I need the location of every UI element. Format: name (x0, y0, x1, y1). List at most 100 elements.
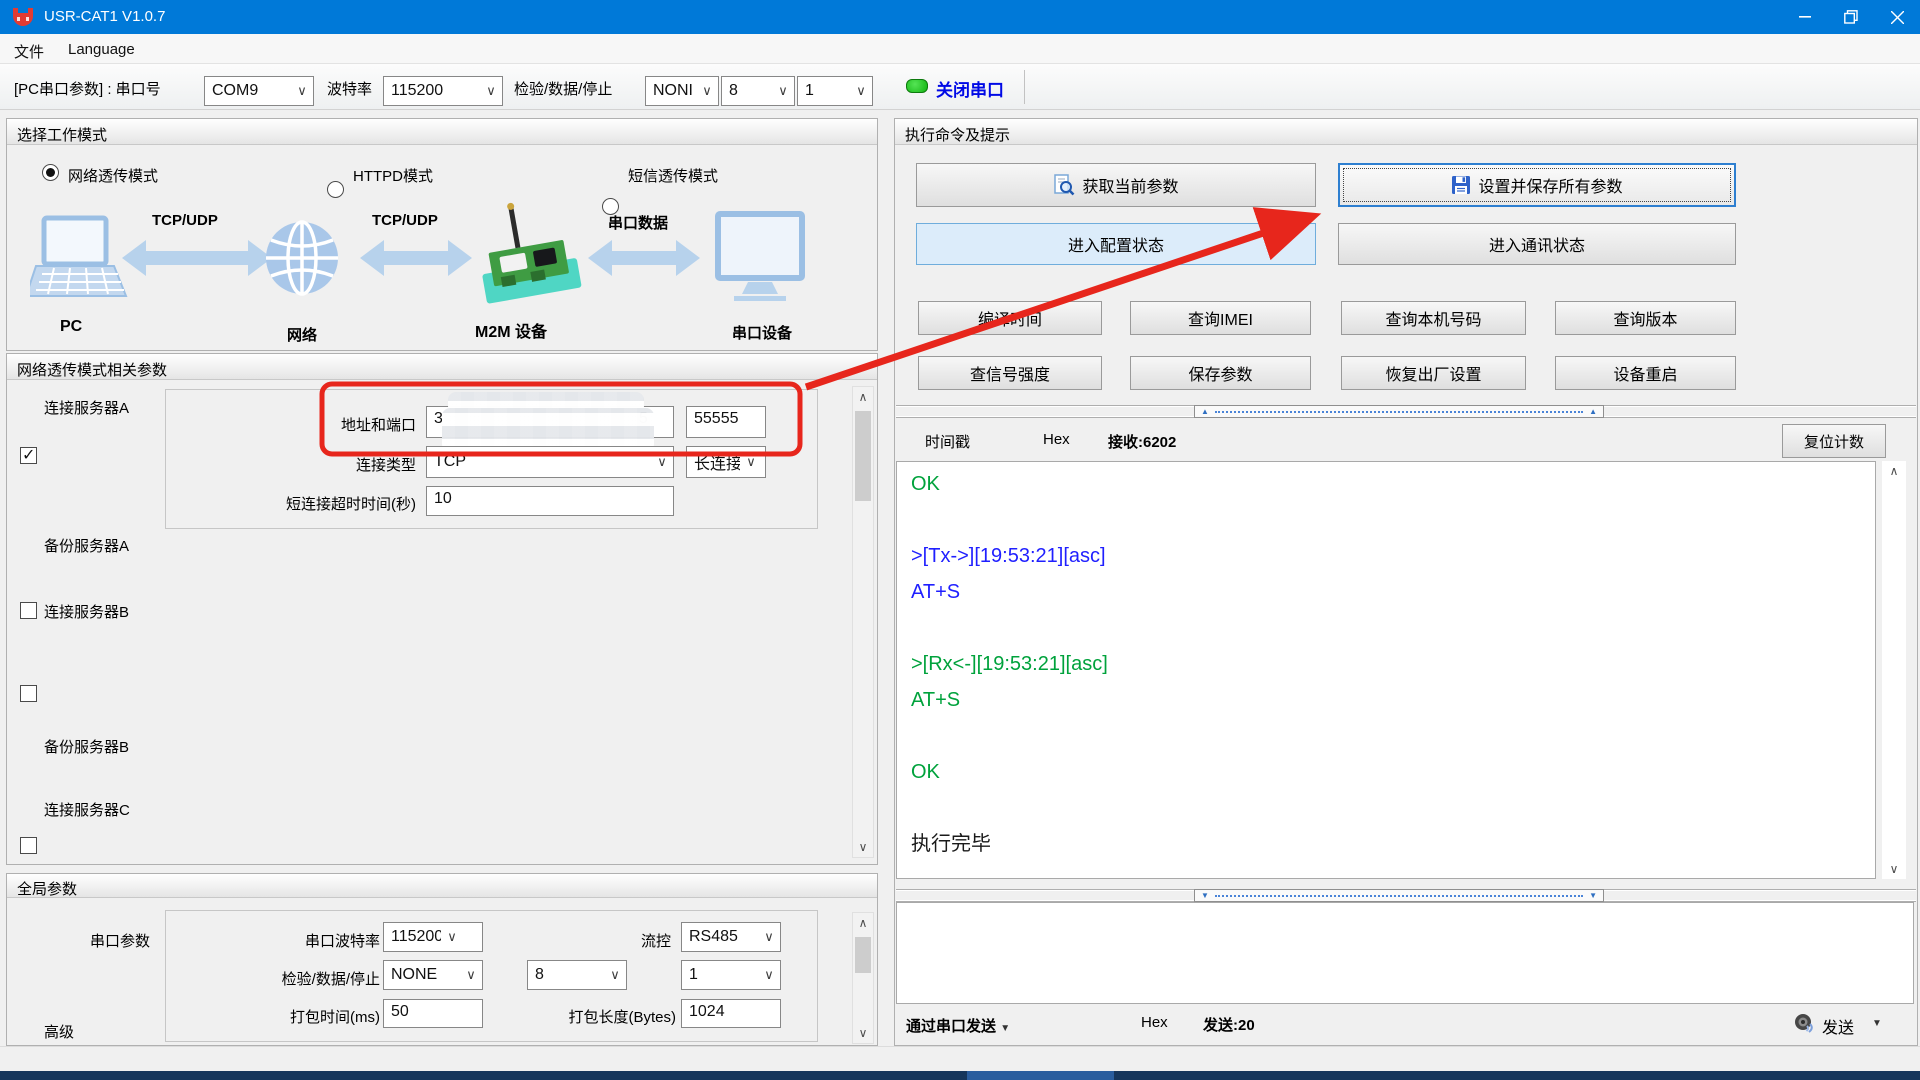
query-signal-button[interactable]: 查信号强度 (918, 356, 1102, 390)
compile-time-button[interactable]: 编译时间 (918, 301, 1102, 335)
gp-packtime-label: 打包时间(ms) (260, 1006, 380, 1027)
recv-count: 接收:6202 (1108, 431, 1176, 452)
conn-type-label: 连接类型 (246, 454, 416, 475)
log-line (897, 718, 1875, 754)
scrollbar-thumb[interactable] (855, 937, 871, 973)
send-button[interactable]: 发送 (1822, 1014, 1854, 1038)
gp-flow-label: 流控 (601, 930, 671, 951)
server-a-checkbox[interactable]: ✓ (20, 447, 37, 464)
net-params-scrollbar[interactable]: ∧ ∨ (852, 386, 874, 858)
minimize-button[interactable] (1782, 0, 1828, 34)
log-line (897, 790, 1875, 826)
chevron-down-icon: ∨ (758, 929, 780, 945)
menu-language[interactable]: Language (62, 39, 141, 60)
gp-flow-select[interactable]: RS485∨ (681, 922, 781, 952)
send-options-dropdown[interactable]: ▼ (1872, 1018, 1882, 1029)
work-mode-title: 选择工作模式 (7, 119, 877, 145)
backup-server-b-checkbox[interactable] (20, 837, 37, 854)
log-line: >[Tx->][19:53:21][asc] (897, 538, 1875, 574)
query-number-button[interactable]: 查询本机号码 (1341, 301, 1526, 335)
radio-net-transparent-label: 网络透传模式 (68, 165, 158, 186)
gp-packtime-input[interactable]: 50 (383, 999, 483, 1028)
scroll-down-icon[interactable]: ∨ (853, 1023, 873, 1043)
gp-baud-select[interactable]: 115200∨ (383, 922, 483, 952)
menu-file[interactable]: 文件 (8, 39, 50, 64)
scroll-up-icon[interactable]: ∧ (853, 387, 873, 407)
factory-reset-button[interactable]: 恢复出厂设置 (1341, 356, 1526, 390)
log-splitter-handle[interactable]: ▲▲ (1194, 405, 1604, 418)
chevron-down-icon: ∨ (758, 967, 780, 983)
parity-select[interactable]: NONI∨ (645, 76, 719, 106)
server-b-checkbox[interactable] (20, 685, 37, 702)
node-label-m2m: M2M 设备 (475, 318, 547, 342)
send-input-area[interactable] (896, 902, 1914, 1004)
advanced-label: 高级 (44, 1021, 74, 1042)
chevron-down-icon: ∨ (460, 967, 482, 983)
node-label-pc: PC (60, 318, 82, 336)
get-params-button[interactable]: 获取当前参数 (916, 163, 1316, 207)
baud-select[interactable]: 115200∨ (383, 76, 503, 106)
set-save-params-button[interactable]: 设置并保存所有参数 (1338, 163, 1736, 207)
hex-send-label: Hex (1141, 1014, 1168, 1031)
chevron-down-icon: ∨ (740, 454, 762, 470)
scroll-up-icon[interactable]: ∧ (1882, 461, 1906, 481)
gp-packlen-input[interactable]: 1024 (681, 999, 781, 1028)
enter-config-button[interactable]: 进入配置状态 (916, 223, 1316, 265)
gp-stopbits-select[interactable]: 1∨ (681, 960, 781, 990)
chevron-down-icon: ∨ (441, 929, 463, 945)
window-title: USR-CAT1 V1.0.7 (44, 8, 165, 25)
check-icon: ✓ (22, 445, 35, 465)
log-scrollbar[interactable]: ∧ ∨ (1882, 461, 1906, 879)
pc-laptop-icon (30, 218, 126, 296)
chevron-down-icon: ∨ (696, 83, 718, 99)
splitter-dots (1215, 411, 1583, 413)
conn-mode-select[interactable]: 长连接∨ (686, 446, 766, 478)
save-params-button[interactable]: 保存参数 (1130, 356, 1311, 390)
log-line: AT+S (897, 682, 1875, 718)
server-port-input[interactable]: 55555 (686, 406, 766, 438)
chevron-down-icon: ∨ (651, 454, 673, 470)
window-bottom-strip (0, 1046, 1920, 1071)
chevron-down-icon: ∨ (291, 83, 313, 99)
scrollbar-thumb[interactable] (855, 411, 871, 501)
radio-net-transparent-mode[interactable] (42, 164, 59, 181)
backup-server-a-checkbox[interactable] (20, 602, 37, 619)
node-label-network: 网络 (287, 324, 317, 345)
toolbar-separator (1024, 70, 1025, 104)
radio-dot (46, 168, 55, 177)
send-splitter-handle[interactable]: ▼▼ (1194, 889, 1604, 902)
stopbits-select[interactable]: 1∨ (797, 76, 873, 106)
log-line (897, 610, 1875, 646)
chevron-down-icon: ∨ (480, 83, 502, 99)
reset-count-button[interactable]: 复位计数 (1782, 424, 1886, 458)
close-icon[interactable] (1874, 0, 1920, 34)
restore-button[interactable] (1828, 0, 1874, 34)
link-label-tcpudp-2: TCP/UDP (372, 212, 438, 229)
pc-serial-label: [PC串口参数] : 串口号 (14, 78, 161, 99)
serial-params-label: 串口参数 (40, 930, 150, 951)
databits-select[interactable]: 8∨ (721, 76, 795, 106)
chevron-down-icon: ∨ (604, 967, 626, 983)
query-imei-button[interactable]: 查询IMEI (1130, 301, 1311, 335)
send-speaker-icon (1792, 1010, 1818, 1036)
query-version-button[interactable]: 查询版本 (1555, 301, 1736, 335)
sent-count: 发送:20 (1203, 1014, 1255, 1035)
conn-type-select[interactable]: TCP∨ (426, 446, 674, 478)
gp-parity-select[interactable]: NONE∨ (383, 960, 483, 990)
triangle-down-icon: ▼ (1201, 892, 1209, 900)
radio-httpd-mode[interactable] (327, 181, 344, 198)
gp-databits-select[interactable]: 8∨ (527, 960, 627, 990)
device-restart-button[interactable]: 设备重启 (1555, 356, 1736, 390)
com-port-select[interactable]: COM9∨ (204, 76, 314, 106)
link-label-tcpudp-1: TCP/UDP (152, 212, 218, 229)
close-serial-button[interactable]: 关闭串口 (936, 76, 1004, 101)
log-output[interactable]: OK >[Tx->][19:53:21][asc] AT+S >[Rx<-][1… (896, 461, 1876, 879)
send-via-serial-dropdown[interactable]: 通过串口发送 ▼ (906, 1015, 1010, 1036)
short-timeout-input[interactable]: 10 (426, 486, 674, 516)
enter-comm-button[interactable]: 进入通讯状态 (1338, 223, 1736, 265)
server-a-label: 连接服务器A (44, 397, 129, 418)
scroll-down-icon[interactable]: ∨ (1882, 859, 1906, 879)
scroll-up-icon[interactable]: ∧ (853, 913, 873, 933)
scroll-down-icon[interactable]: ∨ (853, 837, 873, 857)
global-params-scrollbar[interactable]: ∧ ∨ (852, 912, 874, 1044)
